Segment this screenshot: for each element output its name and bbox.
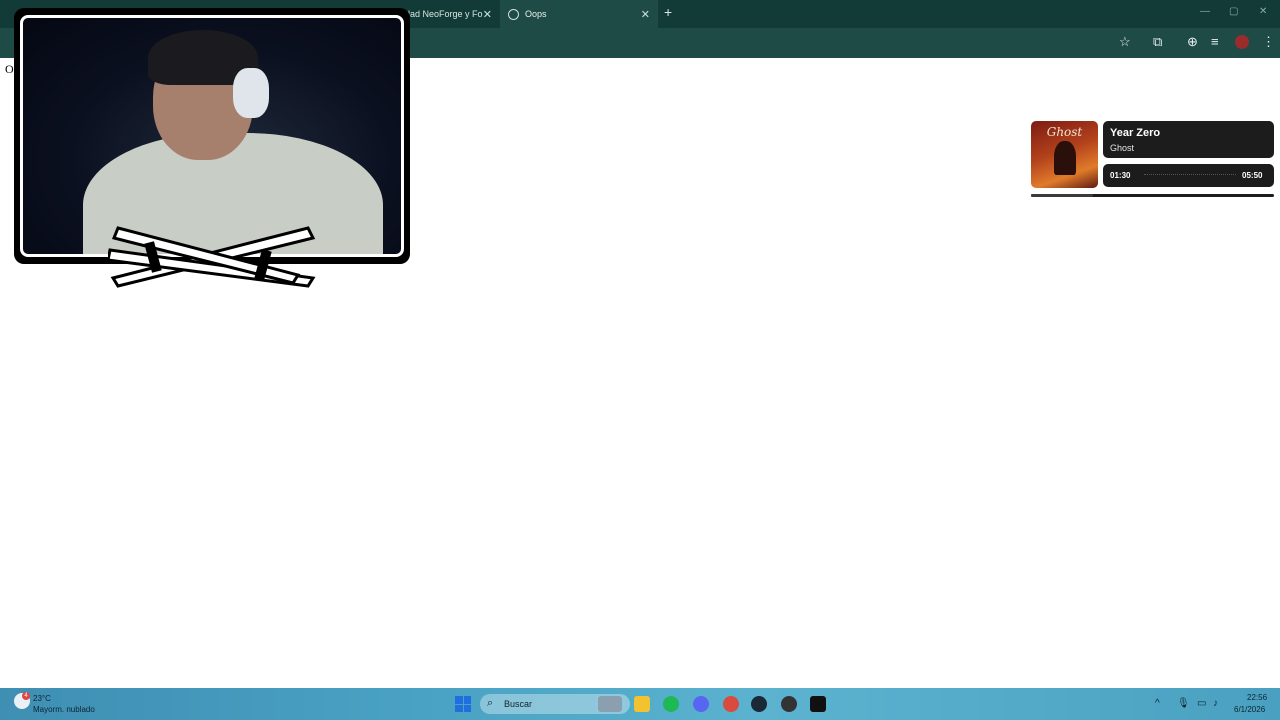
close-window-icon[interactable]: ✕	[1259, 6, 1267, 17]
close-tab-icon[interactable]: ✕	[641, 8, 650, 21]
weather-temp[interactable]: 23°C	[33, 694, 51, 703]
steam-icon[interactable]	[751, 696, 767, 712]
waveform	[1144, 174, 1236, 179]
notification-icon[interactable]	[781, 696, 797, 712]
globe-icon	[508, 8, 519, 20]
katana-logo	[108, 226, 316, 288]
playback-progress	[1031, 194, 1274, 197]
capcut-icon[interactable]	[810, 696, 826, 712]
file-explorer-icon[interactable]	[634, 696, 650, 712]
track-artist: Ghost	[1110, 143, 1135, 153]
chrome-icon[interactable]	[723, 696, 739, 712]
discord-icon[interactable]	[693, 696, 709, 712]
star-icon[interactable]: ☆	[1119, 35, 1131, 49]
album-band-text: Ghost	[1046, 125, 1083, 139]
media-control-icon[interactable]: ≡	[1211, 35, 1219, 49]
tab-label: Oops	[525, 9, 547, 19]
plus-icon[interactable]: +	[664, 4, 672, 20]
time-total: 05:50	[1242, 171, 1263, 180]
tab-oops[interactable]: Oops ✕	[500, 0, 658, 28]
microphone-icon[interactable]: 🎙	[1177, 698, 1190, 709]
search-label: Buscar	[504, 699, 533, 709]
extensions-icon[interactable]: ⧉	[1153, 35, 1162, 49]
track-title: Year Zero	[1110, 127, 1161, 139]
close-tab-icon[interactable]: ✕	[483, 8, 492, 21]
weather-badge: 4	[22, 692, 30, 700]
weather-desc[interactable]: Mayorm. nublado	[33, 705, 95, 714]
album-art: Ghost	[1031, 121, 1098, 188]
maximize-icon[interactable]: ▢	[1229, 6, 1238, 17]
tab-neoforge[interactable]: lad NeoForge y Fo ✕	[400, 0, 500, 28]
tab-label: lad NeoForge y Fo	[408, 9, 483, 19]
page-text: O	[5, 62, 14, 76]
minimize-icon[interactable]: —	[1200, 6, 1210, 17]
time-current: 01:30	[1110, 171, 1131, 180]
playback-progress-fill	[1031, 194, 1094, 197]
clock-date[interactable]: 6/1/2026	[1234, 705, 1265, 714]
download-icon[interactable]: ⊕	[1187, 35, 1198, 49]
headphone-icon	[233, 68, 269, 118]
clock-time[interactable]: 22:56	[1247, 693, 1267, 702]
album-figure	[1054, 141, 1076, 175]
network-icon[interactable]: ▭	[1197, 698, 1206, 709]
spotify-icon[interactable]	[663, 696, 679, 712]
chevron-up-icon[interactable]: ^	[1155, 698, 1160, 709]
menu-icon[interactable]: ⋮	[1262, 35, 1275, 49]
avatar[interactable]	[1235, 35, 1249, 49]
widgets-icon[interactable]	[598, 696, 622, 712]
volume-icon[interactable]: ♪	[1213, 698, 1218, 709]
search-icon: ⌕	[487, 697, 494, 709]
windows-start-icon[interactable]	[455, 696, 471, 712]
